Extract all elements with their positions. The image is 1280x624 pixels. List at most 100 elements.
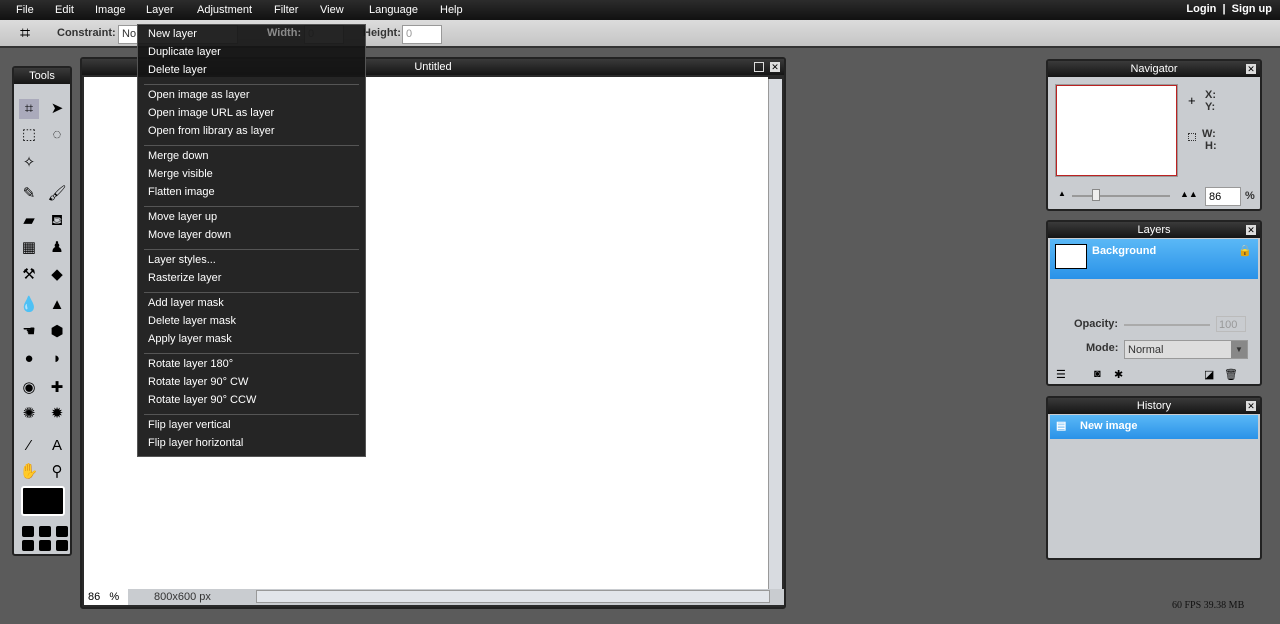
menu-item-merge-visible[interactable]: Merge visible <box>148 168 213 180</box>
menu-item-flip-layer-vertical[interactable]: Flip layer vertical <box>148 419 231 431</box>
menu-item-move-layer-up[interactable]: Move layer up <box>148 211 217 223</box>
vertical-scrollbar[interactable] <box>768 79 782 591</box>
new-layer-icon[interactable]: ◪ <box>1204 368 1214 381</box>
zoom-slider-handle[interactable] <box>1092 189 1100 201</box>
menu-item-new-layer[interactable]: New layer <box>148 28 197 40</box>
menu-view[interactable]: View <box>320 4 344 16</box>
layer-settings-icon[interactable]: ☰ <box>1056 368 1066 381</box>
menu-edit[interactable]: Edit <box>55 4 74 16</box>
color-replace-icon[interactable]: ⚒ <box>19 265 39 285</box>
mode-button[interactable] <box>22 540 34 551</box>
marquee-icon[interactable]: ⬚ <box>19 125 39 145</box>
pencil-icon[interactable]: ✎ <box>19 184 39 204</box>
layer-mask-icon[interactable]: ◙ <box>1094 368 1101 380</box>
menu-item-duplicate-layer[interactable]: Duplicate layer <box>148 46 221 58</box>
opacity-slider[interactable] <box>1124 324 1210 326</box>
zoom-field[interactable]: 86 % <box>84 589 128 605</box>
menu-language[interactable]: Language <box>369 4 418 16</box>
menu-item-add-layer-mask[interactable]: Add layer mask <box>148 297 224 309</box>
menu-item-layer-styles[interactable]: Layer styles... <box>148 254 216 266</box>
crop-icon[interactable]: ⌗ <box>19 99 39 119</box>
clone-stamp-icon[interactable]: ♟ <box>47 238 67 258</box>
burn-icon[interactable]: ● <box>19 349 39 369</box>
blend-mode-select[interactable]: Normal ▼ <box>1124 340 1248 359</box>
red-eye-icon[interactable]: ◉ <box>19 378 39 398</box>
menu-item-open-from-library-as-layer[interactable]: Open from library as layer <box>148 125 275 137</box>
menu-item-delete-layer[interactable]: Delete layer <box>148 64 207 76</box>
primary-color-swatch[interactable] <box>21 486 65 516</box>
history-title: History <box>1136 400 1172 412</box>
menu-item-rotate-layer-90-ccw[interactable]: Rotate layer 90° CCW <box>148 394 256 406</box>
menu-item-apply-layer-mask[interactable]: Apply layer mask <box>148 333 232 345</box>
menu-file[interactable]: File <box>16 4 34 16</box>
history-item[interactable]: ▤ New image <box>1050 415 1258 439</box>
layer-item[interactable]: Background 🔒 <box>1050 239 1258 279</box>
horizontal-scrollbar[interactable] <box>256 590 770 603</box>
move-icon[interactable]: ➤ <box>47 99 67 119</box>
menu-item-delete-layer-mask[interactable]: Delete layer mask <box>148 315 236 327</box>
color-picker-icon[interactable]: ⁄ <box>19 436 39 456</box>
constraint-label: Constraint: <box>57 27 116 39</box>
maximize-icon[interactable] <box>754 62 764 72</box>
menu-item-rotate-layer-180[interactable]: Rotate layer 180° <box>148 358 233 370</box>
mode-button[interactable] <box>39 526 51 537</box>
sponge-icon[interactable]: ⬢ <box>47 322 67 342</box>
gradient-icon[interactable]: ▦ <box>19 238 39 258</box>
menu-item-rasterize-layer[interactable]: Rasterize layer <box>148 272 221 284</box>
close-icon[interactable]: ✕ <box>1246 401 1256 411</box>
menu-item-move-layer-down[interactable]: Move layer down <box>148 229 231 241</box>
crop-icon[interactable]: ⌗ <box>20 23 30 44</box>
menu-item-flip-layer-horizontal[interactable]: Flip layer horizontal <box>148 437 243 449</box>
menu-item-flatten-image[interactable]: Flatten image <box>148 186 215 198</box>
navigator-panel: Navigator ✕ + X: Y: W: H: ▲ ▲▲ 86 % <box>1046 59 1262 211</box>
zoom-input[interactable]: 86 <box>1205 187 1241 206</box>
close-icon[interactable]: ✕ <box>1246 64 1256 74</box>
paint-bucket-icon[interactable]: ⛾ <box>47 211 67 231</box>
pinch-icon[interactable]: ✹ <box>47 404 67 424</box>
signup-link[interactable]: Sign up <box>1232 3 1272 15</box>
zoom-slider[interactable] <box>1072 195 1170 197</box>
mode-button[interactable] <box>39 540 51 551</box>
spot-heal-icon[interactable]: ✚ <box>47 378 67 398</box>
menu-image[interactable]: Image <box>95 4 126 16</box>
mode-button[interactable] <box>56 540 68 551</box>
sharpen-icon[interactable]: ▲ <box>47 295 67 315</box>
navigator-preview[interactable] <box>1055 84 1178 177</box>
menu-item-open-image-url-as-layer[interactable]: Open image URL as layer <box>148 107 274 119</box>
zoom-icon[interactable]: ⚲ <box>47 462 67 482</box>
brush-icon[interactable]: 🖌 <box>47 184 67 204</box>
menu-separator <box>144 145 359 146</box>
smudge-icon[interactable]: ☚ <box>19 322 39 342</box>
menu-layer[interactable]: Layer <box>146 4 174 16</box>
trash-icon[interactable]: 🗑 <box>1224 368 1238 381</box>
menu-filter[interactable]: Filter <box>274 4 298 16</box>
eraser-icon[interactable]: ▰ <box>19 211 39 231</box>
mode-button[interactable] <box>56 526 68 537</box>
history-document-icon: ▤ <box>1056 420 1067 432</box>
auth-links: Login | Sign up <box>1186 3 1272 15</box>
lock-icon[interactable]: 🔒 <box>1238 244 1252 257</box>
menu-item-merge-down[interactable]: Merge down <box>148 150 209 162</box>
layer-styles-icon[interactable]: ✱ <box>1114 368 1123 381</box>
height-input[interactable]: 0 <box>402 25 442 44</box>
drawing-icon[interactable]: ◆ <box>47 265 67 285</box>
width-label: Width: <box>267 27 302 39</box>
bloat-icon[interactable]: ✺ <box>19 404 39 424</box>
type-icon[interactable]: A <box>47 436 67 456</box>
menu-help[interactable]: Help <box>440 4 463 16</box>
close-icon[interactable]: ✕ <box>1246 225 1256 235</box>
menu-item-open-image-as-layer[interactable]: Open image as layer <box>148 89 250 101</box>
menu-adjustment[interactable]: Adjustment <box>197 4 252 16</box>
dodge-icon[interactable]: ◗ <box>47 349 67 369</box>
zoom-in-icon[interactable]: ▲▲ <box>1180 189 1198 199</box>
magic-wand-icon[interactable]: ✧ <box>19 153 39 173</box>
zoom-out-icon[interactable]: ▲ <box>1058 189 1066 198</box>
close-icon[interactable]: ✕ <box>770 62 780 72</box>
menu-item-rotate-layer-90-cw[interactable]: Rotate layer 90° CW <box>148 376 248 388</box>
hand-icon[interactable]: ✋ <box>19 462 39 482</box>
lasso-icon[interactable]: ◌ <box>47 125 67 145</box>
login-link[interactable]: Login <box>1186 3 1216 15</box>
opacity-input[interactable]: 100 <box>1216 316 1246 332</box>
mode-button[interactable] <box>22 526 34 537</box>
blur-icon[interactable]: 💧 <box>19 295 39 315</box>
